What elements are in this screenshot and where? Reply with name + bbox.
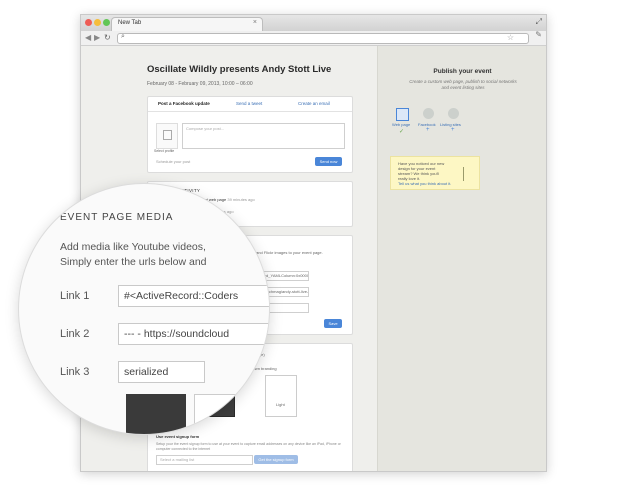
channel-facebook[interactable]: Facebook + <box>418 108 440 142</box>
plant-doodle-icon <box>463 167 474 181</box>
listing-sites-icon <box>448 108 459 119</box>
post-textarea[interactable]: Compose your post... <box>182 123 345 149</box>
signup-form-title: Use event signup form <box>156 434 200 439</box>
browser-toolbar: ◀ ▶ ↻ ⌕ ☆ ✎ <box>81 30 546 46</box>
send-now-button[interactable]: Send now <box>315 157 342 166</box>
search-icon: ⌕ <box>121 33 125 40</box>
facebook-icon <box>423 108 434 119</box>
tab-create-email[interactable]: Create an email <box>298 101 330 106</box>
channel-label: Web page <box>392 122 411 127</box>
bookmark-star-icon[interactable]: ☆ <box>507 33 514 42</box>
mailing-list-select[interactable]: Select a mailing list <box>156 455 253 465</box>
web-page-icon <box>396 108 409 121</box>
publish-sidebar: Publish your event Create a custom web p… <box>377 46 546 471</box>
magnifier-lens: EVENT PAGE MEDIA Add media like Youtube … <box>18 183 270 435</box>
add-icon: + <box>426 127 430 133</box>
settings-wrench-icon[interactable]: ✎ <box>535 30 542 39</box>
browser-tab[interactable]: New Tab × <box>111 17 263 32</box>
media-instructions: Add media like Youtube videos, Simply en… <box>60 240 207 270</box>
expand-icon[interactable]: ⤢ <box>536 17 542 27</box>
check-icon: ✓ <box>399 129 405 135</box>
link-2-field[interactable]: --- - https://soundcloud <box>118 323 269 345</box>
back-icon[interactable]: ◀ <box>85 33 91 42</box>
link-1-field[interactable]: #<ActiveRecord::Coders <box>118 285 269 307</box>
get-signup-form-button[interactable]: Get the signup form <box>254 455 298 464</box>
save-button[interactable]: Save <box>324 319 342 328</box>
address-bar[interactable]: ⌕ ☆ <box>117 33 529 44</box>
zoom-window-button[interactable] <box>103 19 110 26</box>
theme-light-label: Light <box>276 402 285 407</box>
media-section-title: EVENT PAGE MEDIA <box>60 212 174 223</box>
sidebar-title: Publish your event <box>433 68 492 75</box>
tab-send-tweet[interactable]: Send a tweet <box>236 101 262 106</box>
signup-form-description: Setup your the event signup form to use … <box>156 442 341 451</box>
profile-picker[interactable] <box>156 123 178 149</box>
event-date: February 08 - February 09, 2013, 10:00 –… <box>147 81 253 87</box>
media-instructions-line: Add media like Youtube videos, <box>60 241 206 253</box>
feedback-link[interactable]: Tell us what you think about it. <box>398 181 458 186</box>
feedback-note-text: Have you noticed our new design for your… <box>398 161 458 186</box>
tab-close-icon[interactable]: × <box>253 19 257 26</box>
media-instructions-line: Simply enter the urls below and <box>60 256 207 268</box>
reload-icon[interactable]: ↻ <box>104 33 111 42</box>
theme-light-option[interactable]: Light <box>265 375 297 417</box>
schedule-option[interactable]: Schedule your post <box>156 159 190 164</box>
link-3-label: Link 3 <box>60 366 90 378</box>
link-3-field[interactable]: serialized <box>118 361 205 383</box>
sidebar-description: Create a custom web page, publish to soc… <box>409 79 517 90</box>
channel-web-page[interactable]: Web page ✓ <box>392 108 412 142</box>
feedback-note: Have you noticed our new design for your… <box>390 156 480 190</box>
select-profile-link[interactable]: Select profile <box>154 149 174 153</box>
tab-facebook-update[interactable]: Post a Facebook update <box>158 101 210 106</box>
title-bar: New Tab × ⤢ <box>81 15 546 32</box>
post-tabs: Post a Facebook update Send a tweet Crea… <box>148 97 352 112</box>
tab-title: New Tab <box>118 20 142 26</box>
post-card: Post a Facebook update Send a tweet Crea… <box>147 96 353 173</box>
forward-icon[interactable]: ▶ <box>94 33 100 42</box>
dark-theme-preview <box>126 394 186 434</box>
minimize-window-button[interactable] <box>94 19 101 26</box>
light-theme-preview <box>194 394 246 434</box>
activity-item-time: 39 minutes ago <box>227 197 255 202</box>
link-1-label: Link 1 <box>60 290 90 302</box>
link-2-label: Link 2 <box>60 328 90 340</box>
image-placeholder-icon <box>163 130 172 140</box>
event-title: Oscillate Wildly presents Andy Stott Liv… <box>147 64 332 75</box>
channel-listing-sites[interactable]: Listing sites + <box>440 108 466 142</box>
close-window-button[interactable] <box>85 19 92 26</box>
add-icon: + <box>451 127 455 133</box>
